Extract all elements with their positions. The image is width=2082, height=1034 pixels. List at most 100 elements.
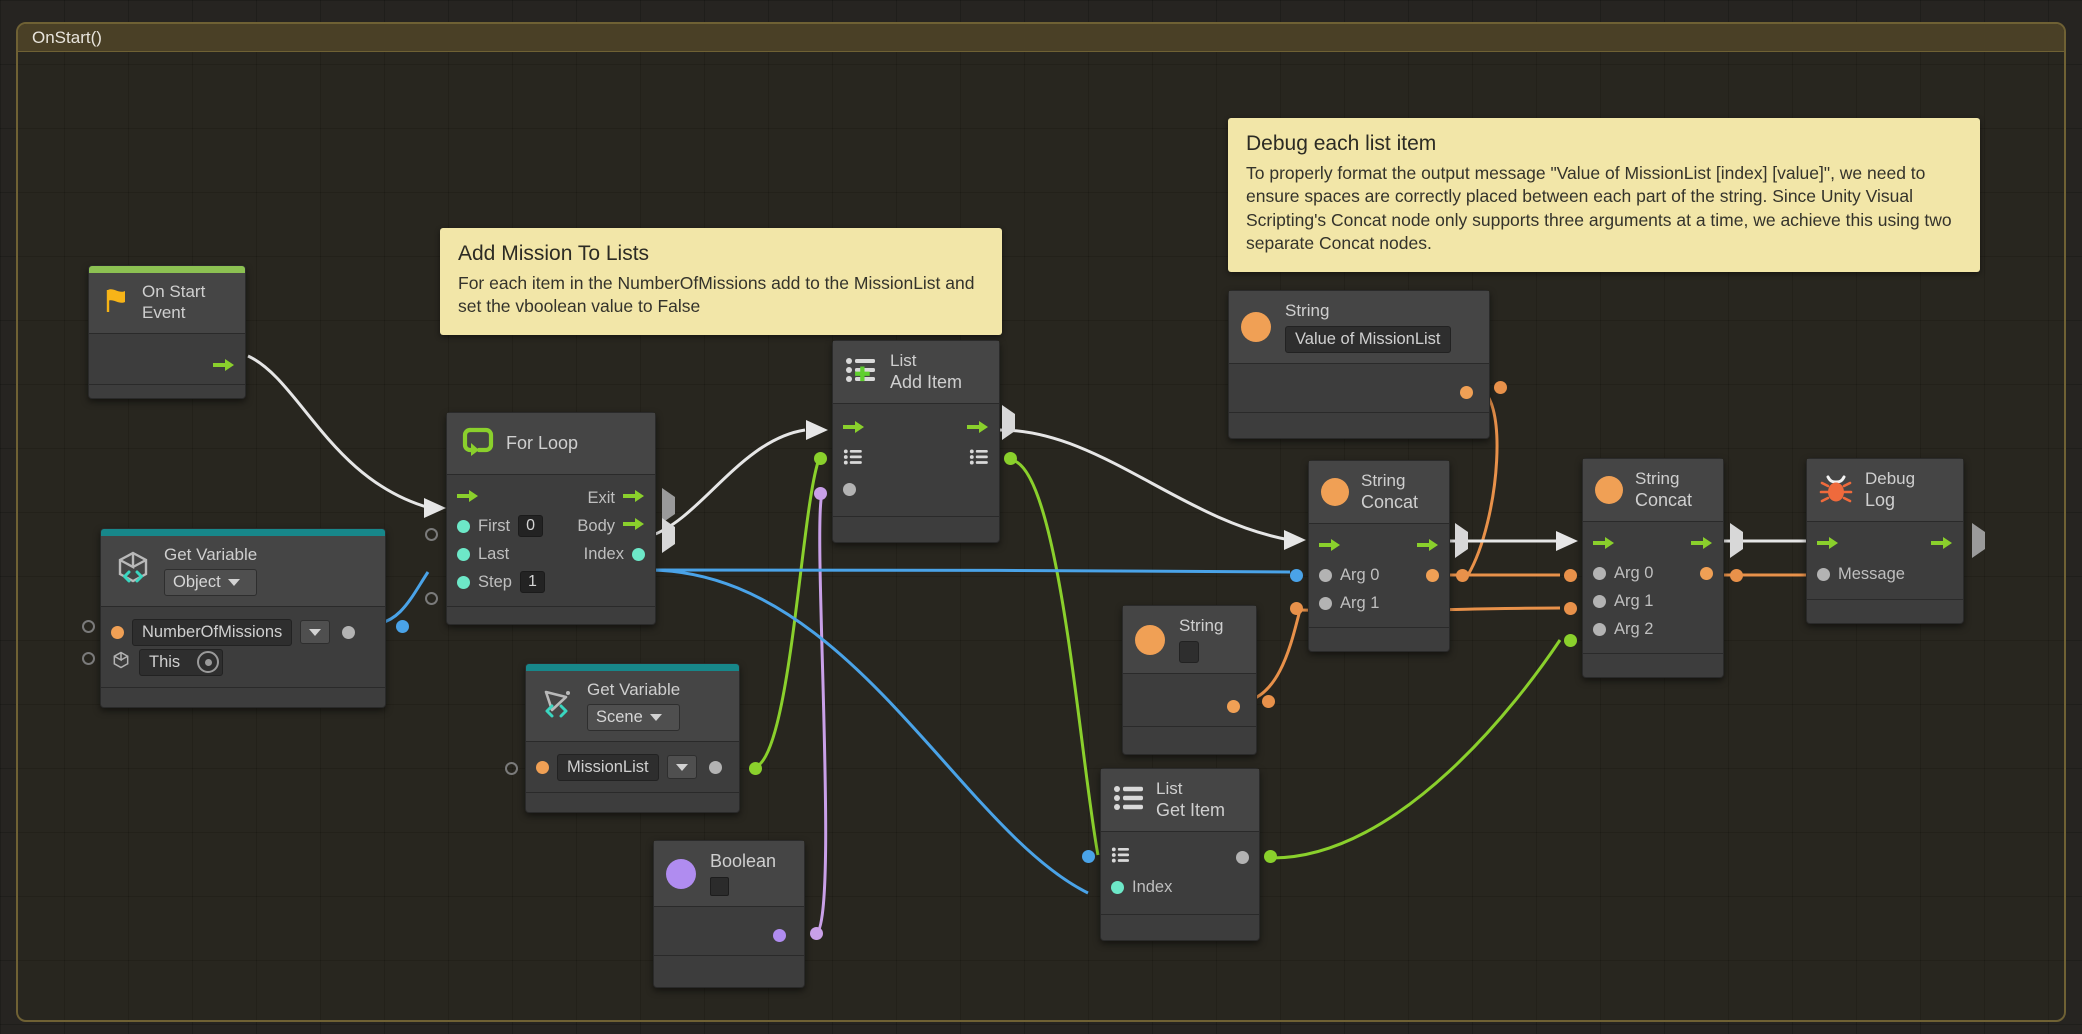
debug-log-flow-out-connector[interactable] <box>1972 523 1985 558</box>
port-string-out[interactable] <box>1460 386 1473 400</box>
port-flow-out[interactable] <box>967 420 989 439</box>
node-body: Index <box>1101 832 1259 915</box>
port-external-scene-variable[interactable] <box>505 762 518 775</box>
node-debug-log[interactable]: Debug Log Message <box>1806 458 1964 625</box>
node-subtitle: Log <box>1865 490 1896 511</box>
port-index-in[interactable] <box>1111 880 1124 894</box>
node-string-concat-a[interactable]: String Concat Arg 0 Arg 1 <box>1308 460 1450 653</box>
sticky-note-debug[interactable]: Debug each list item To properly format … <box>1228 118 1980 272</box>
port-list-out[interactable] <box>969 449 989 470</box>
port-external-concat-a-result[interactable] <box>1456 569 1469 582</box>
variable-scope-dropdown[interactable]: Scene <box>587 704 681 732</box>
port-external-concat-b-arg2[interactable] <box>1564 634 1577 647</box>
node-string-empty[interactable]: String <box>1122 605 1257 756</box>
node-get-variable-object[interactable]: Get Variable Object NumberOfMissions Thi… <box>100 528 386 709</box>
port-external-concat-b-arg1[interactable] <box>1564 602 1577 615</box>
port-external-add-item-list-out[interactable] <box>1004 452 1017 465</box>
port-variable-name-in[interactable] <box>536 760 549 774</box>
port-value-out[interactable] <box>342 625 356 639</box>
string-value-field[interactable]: Value of MissionList <box>1285 326 1451 354</box>
port-boolean-out[interactable] <box>773 929 786 943</box>
node-get-variable-scene[interactable]: Get Variable Scene MissionList <box>525 663 740 814</box>
port-external-concat-b-arg0[interactable] <box>1564 569 1577 582</box>
row-step: Step 1 <box>447 568 655 596</box>
port-external-boolean-out[interactable] <box>810 927 823 940</box>
node-subtitle: Event <box>142 303 186 323</box>
variable-name-dropdown[interactable] <box>300 620 331 645</box>
node-boolean[interactable]: Boolean <box>653 840 805 989</box>
port-list-in[interactable] <box>1111 847 1131 868</box>
port-body-out[interactable] <box>623 517 645 536</box>
port-arg-0-in[interactable] <box>1319 568 1332 582</box>
port-flow-out[interactable] <box>1417 538 1439 557</box>
port-external-concat-a-arg1[interactable] <box>1290 602 1303 615</box>
string-value-field[interactable] <box>1179 641 1199 664</box>
node-string-concat-b[interactable]: String Concat Arg 0 Arg 1 Arg 2 <box>1582 458 1724 679</box>
variable-name-field[interactable]: MissionList <box>557 753 659 781</box>
port-item-out[interactable] <box>1236 850 1249 864</box>
port-item-in[interactable] <box>843 482 856 496</box>
port-arg-1-in[interactable] <box>1593 594 1606 608</box>
port-arg-0-in[interactable] <box>1593 566 1606 580</box>
port-external-get-item-out[interactable] <box>1264 850 1277 863</box>
first-value-field[interactable]: 0 <box>518 515 543 537</box>
step-value-field[interactable]: 1 <box>519 571 545 593</box>
node-subtitle: Concat <box>1635 490 1693 511</box>
port-index-out[interactable] <box>632 547 645 561</box>
port-external-step[interactable] <box>425 592 438 605</box>
port-flow-in[interactable] <box>1319 538 1341 557</box>
port-arg-2-in[interactable] <box>1593 622 1606 636</box>
sticky-note-add-mission[interactable]: Add Mission To Lists For each item in th… <box>440 228 1002 335</box>
exit-flow-connector[interactable] <box>662 488 675 523</box>
port-scene-value-out-wire[interactable] <box>749 762 762 775</box>
port-external-last-connected[interactable] <box>396 620 409 633</box>
port-external-string-value-out[interactable] <box>1494 381 1507 394</box>
port-step-in[interactable] <box>457 575 470 589</box>
port-flow-in[interactable] <box>843 420 865 439</box>
variable-scope-dropdown[interactable]: Object <box>164 569 258 597</box>
port-external-add-item-list-in[interactable] <box>814 452 827 465</box>
node-title: String <box>1635 469 1680 488</box>
port-external-first[interactable] <box>425 528 438 541</box>
node-on-start[interactable]: On Start Event <box>88 265 246 400</box>
port-flow-out[interactable] <box>1931 536 1953 555</box>
node-body: NumberOfMissions This <box>101 607 385 688</box>
add-item-flow-out-connector[interactable] <box>1002 405 1015 440</box>
port-external-concat-b-result[interactable] <box>1730 569 1743 582</box>
port-first-in[interactable] <box>457 519 470 533</box>
target-picker-button[interactable] <box>197 651 219 674</box>
port-list-in[interactable] <box>843 449 863 470</box>
port-external-string-empty-out[interactable] <box>1262 695 1275 708</box>
port-message-in[interactable] <box>1817 567 1830 581</box>
port-last-in[interactable] <box>457 547 470 561</box>
port-value-out[interactable] <box>708 760 722 774</box>
port-external-variable[interactable] <box>82 620 95 633</box>
port-flow-in[interactable] <box>457 489 479 508</box>
body-flow-connector[interactable] <box>662 518 675 553</box>
node-list-add-item[interactable]: List Add Item <box>832 340 1000 544</box>
variable-name-field[interactable]: NumberOfMissions <box>132 618 293 646</box>
graph-canvas[interactable]: OnStart() Add Mission To Lists For each … <box>0 0 2082 1034</box>
port-external-target[interactable] <box>82 652 95 665</box>
port-exit-out[interactable] <box>623 489 645 508</box>
node-list-get-item[interactable]: List Get Item Index <box>1100 768 1260 942</box>
port-flow-in[interactable] <box>1817 536 1839 555</box>
port-result-out[interactable] <box>1700 566 1713 580</box>
port-external-concat-a-arg0[interactable] <box>1290 569 1303 582</box>
port-flow-out[interactable] <box>213 358 235 377</box>
string-icon <box>1595 476 1623 505</box>
port-arg-1-in[interactable] <box>1319 596 1332 610</box>
node-for-loop[interactable]: For Loop Exit First 0 Body Last Index St… <box>446 412 656 625</box>
node-string-value[interactable]: String Value of MissionList <box>1228 290 1490 440</box>
port-flow-out[interactable] <box>1691 536 1713 555</box>
concat-b-flow-out-connector[interactable] <box>1730 523 1743 558</box>
variable-name-dropdown[interactable] <box>666 755 697 780</box>
port-result-out[interactable] <box>1426 568 1439 582</box>
port-flow-in[interactable] <box>1593 536 1615 555</box>
port-external-add-item-item-in[interactable] <box>814 487 827 500</box>
boolean-value-checkbox[interactable] <box>710 877 729 897</box>
port-string-out[interactable] <box>1227 700 1240 714</box>
concat-a-flow-out-connector[interactable] <box>1455 523 1468 558</box>
port-external-get-item-list-in[interactable] <box>1082 850 1095 863</box>
port-variable-name-in[interactable] <box>111 625 124 639</box>
